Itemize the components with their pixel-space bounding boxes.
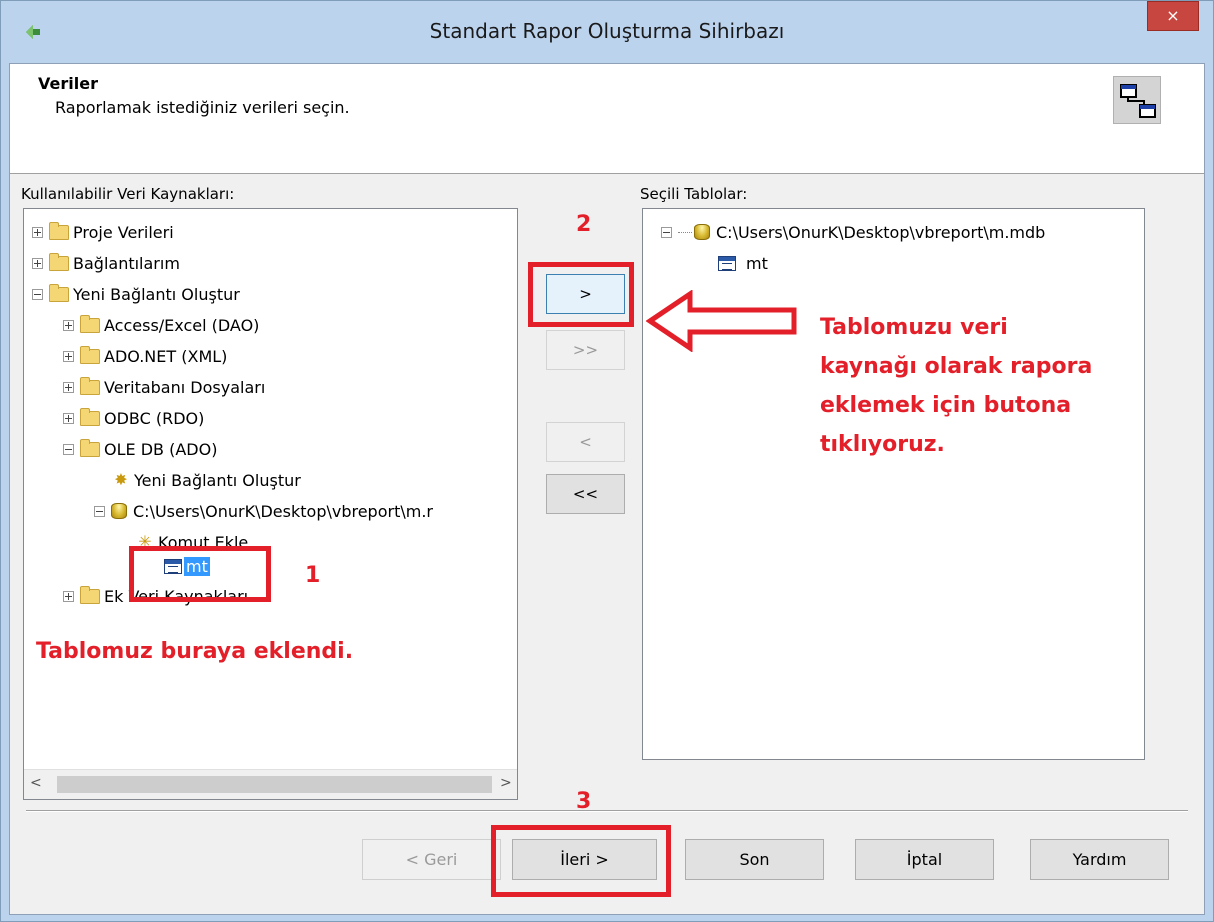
available-sources-tree[interactable]: Proje Verileri Bağlantılarım Yeni Bağlan… [23,208,518,800]
folder-icon [80,438,100,457]
folder-icon [49,283,69,302]
wizard-body: Veriler Raporlamak istediğiniz verileri … [9,63,1205,915]
collapse-icon[interactable] [63,443,74,455]
selected-tables-label: Seçili Tablolar: [640,185,748,203]
tree-item-proje-verileri[interactable]: Proje Verileri [32,217,174,247]
remove-table-button[interactable]: < [546,422,625,462]
selected-mt-table[interactable]: mt [718,248,768,278]
remove-all-button[interactable]: << [546,474,625,514]
back-button[interactable]: < Geri [362,839,501,880]
expand-icon[interactable] [32,257,43,269]
expand-icon[interactable] [63,412,74,424]
step-title: Veriler [38,74,98,93]
expand-icon[interactable] [63,319,74,331]
tree-item-yeni-baglanti[interactable]: Yeni Bağlantı Oluştur [32,279,240,309]
table-icon [718,255,736,271]
annotation-note-right-line: Tablomuzu veri [820,315,1008,340]
folder-icon [49,221,69,240]
step-subtitle: Raporlamak istediğiniz verileri seçin. [55,98,350,117]
selected-mdb-connection[interactable]: C:\Users\OnurK\Desktop\vbreport\m.mdb [661,217,1045,247]
annotation-step-2: 2 [576,212,592,237]
tree-item-label: ODBC (RDO) [104,408,205,428]
annotation-note-right-line: kaynağı olarak rapora [820,354,1093,379]
folder-icon [80,376,100,395]
tree-item-baglantilarim[interactable]: Bağlantılarım [32,248,180,278]
tree-item-mdb-connection[interactable]: C:\Users\OnurK\Desktop\vbreport\m.r [94,496,433,526]
tree-item-label: C:\Users\OnurK\Desktop\vbreport\m.r [133,501,433,521]
add-all-button[interactable]: >> [546,330,625,370]
available-sources-label: Kullanılabilir Veri Kaynakları: [21,185,235,203]
annotation-step-1: 1 [305,563,321,588]
database-icon [111,503,127,519]
cancel-button[interactable]: İptal [855,839,994,880]
annotation-arrow-icon [646,290,797,352]
tree-item-label: C:\Users\OnurK\Desktop\vbreport\m.mdb [716,222,1046,242]
tree-item-label: Veritabanı Dosyaları [104,377,266,397]
tree-item-label: Bağlantılarım [73,253,180,273]
expand-icon[interactable] [63,381,74,393]
new-connection-icon: ✸ [114,470,128,489]
close-button[interactable]: × [1147,1,1199,31]
folder-icon [80,407,100,426]
expand-icon[interactable] [63,590,74,602]
expand-icon[interactable] [32,226,43,238]
scroll-right-icon[interactable]: > [500,775,512,791]
tree-item-ole-db-new-connection[interactable]: ✸ Yeni Bağlantı Oluştur [112,465,301,495]
database-icon [694,224,710,240]
tree-item-odbc[interactable]: ODBC (RDO) [63,403,204,433]
annotation-step-3: 3 [576,789,592,814]
annotation-note-left: Tablomuz buraya eklendi. [36,639,354,664]
annotation-note-right-line: eklemek için butona [820,393,1072,418]
tree-item-label: Yeni Bağlantı Oluştur [73,284,240,304]
bottom-divider [26,810,1188,812]
tree-connector [678,231,692,233]
tree-item-label: OLE DB (ADO) [104,439,218,459]
data-link-icon [1113,76,1161,124]
wizard-header: Veriler Raporlamak istediğiniz verileri … [10,64,1204,174]
horizontal-scrollbar[interactable]: < > [24,769,517,799]
help-button[interactable]: Yardım [1030,839,1169,880]
tree-item-label: mt [746,253,768,273]
tree-item-access-excel[interactable]: Access/Excel (DAO) [63,310,259,340]
annotation-box-add [528,262,634,327]
collapse-icon[interactable] [94,505,105,517]
annotation-note-right: Tablomuzu veri kaynağı olarak rapora ekl… [820,308,1092,464]
annotation-box-table [129,546,271,602]
tree-item-label: ADO.NET (XML) [104,346,228,366]
scroll-thumb[interactable] [57,776,492,793]
annotation-note-right-line: tıklıyoruz. [820,432,945,457]
collapse-icon[interactable] [661,226,672,238]
tree-item-ole-db[interactable]: OLE DB (ADO) [63,434,217,464]
folder-icon [80,314,100,333]
annotation-box-next [491,825,671,897]
window-title: Standart Rapor Oluşturma Sihirbazı [429,19,785,43]
tree-item-veritabani[interactable]: Veritabanı Dosyaları [63,372,265,402]
tree-item-label: Proje Verileri [73,222,174,242]
folder-icon [49,252,69,271]
scroll-left-icon[interactable]: < [30,775,42,791]
folder-icon [80,345,100,364]
expand-icon[interactable] [63,350,74,362]
tree-item-label: Yeni Bağlantı Oluştur [134,470,301,490]
finish-button[interactable]: Son [685,839,824,880]
collapse-icon[interactable] [32,288,43,300]
tree-item-ado-net[interactable]: ADO.NET (XML) [63,341,227,371]
title-bar[interactable]: Standart Rapor Oluşturma Sihirbazı × [1,1,1213,63]
tree-item-label: Access/Excel (DAO) [104,315,260,335]
folder-icon [80,585,100,604]
